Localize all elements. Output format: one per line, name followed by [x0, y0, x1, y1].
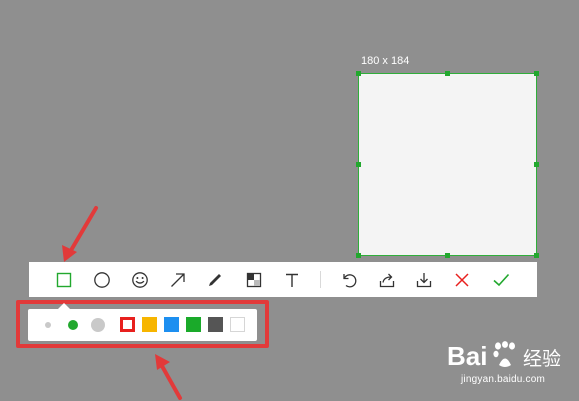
baidu-watermark: Bai 经验 jingyan.baidu.com — [447, 336, 573, 391]
watermark-brand: Bai — [447, 341, 487, 371]
baidu-paw-logo-icon: Bai 经验 — [447, 341, 561, 371]
watermark-brand-suffix: 经验 — [523, 348, 561, 370]
watermark-url: jingyan.baidu.com — [461, 374, 546, 385]
